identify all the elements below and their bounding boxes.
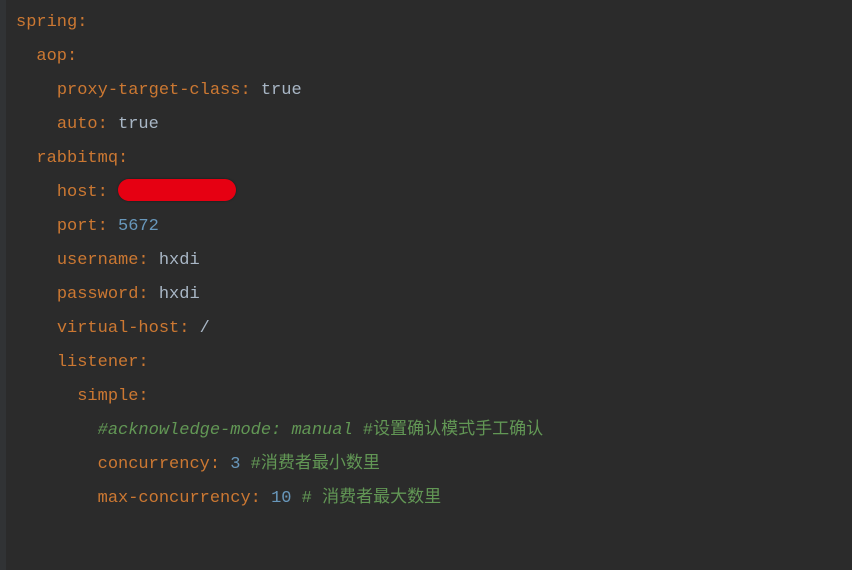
- code-line: password: hxdi: [16, 278, 852, 312]
- gutter: [0, 0, 6, 570]
- yaml-key-virtual-host: virtual-host:: [57, 319, 190, 338]
- yaml-value: /: [200, 319, 210, 338]
- yaml-value: hxdi: [159, 251, 200, 270]
- yaml-value-number: 5672: [118, 217, 159, 236]
- yaml-key-max-concurrency: max-concurrency:: [98, 489, 261, 508]
- code-line: concurrency: 3 #消费者最小数里: [16, 448, 852, 482]
- yaml-key-listener: listener:: [57, 353, 149, 372]
- yaml-comment: #设置确认模式手工确认: [353, 421, 543, 440]
- code-line: simple:: [16, 380, 852, 414]
- yaml-key-concurrency: concurrency:: [98, 455, 220, 474]
- redaction-mark: [118, 179, 236, 201]
- code-line: username: hxdi: [16, 244, 852, 278]
- yaml-value: hxdi: [159, 285, 200, 304]
- yaml-value: true: [118, 115, 159, 134]
- code-line: proxy-target-class: true: [16, 74, 852, 108]
- yaml-key-host: host:: [57, 183, 108, 202]
- yaml-key-proxy-target-class: proxy-target-class:: [57, 81, 251, 100]
- code-line: listener:: [16, 346, 852, 380]
- yaml-key-username: username:: [57, 251, 149, 270]
- code-line: host:: [16, 176, 852, 210]
- code-line: port: 5672: [16, 210, 852, 244]
- code-line: aop:: [16, 40, 852, 74]
- yaml-key-aop: aop:: [36, 47, 77, 66]
- code-line: max-concurrency: 10 # 消费者最大数里: [16, 482, 852, 516]
- yaml-key-rabbitmq: rabbitmq:: [36, 149, 128, 168]
- yaml-comment: #消费者最小数里: [240, 455, 379, 474]
- yaml-key-auto: auto:: [57, 115, 108, 134]
- yaml-key-password: password:: [57, 285, 149, 304]
- yaml-value-number: 3: [230, 455, 240, 474]
- code-line: spring:: [16, 6, 852, 40]
- yaml-key-spring: spring:: [16, 13, 87, 32]
- yaml-key-port: port:: [57, 217, 108, 236]
- yaml-key-simple: simple:: [77, 387, 148, 406]
- yaml-comment: #acknowledge-mode: manual: [98, 421, 353, 440]
- yaml-comment: # 消费者最大数里: [291, 489, 441, 508]
- code-line: auto: true: [16, 108, 852, 142]
- code-line: #acknowledge-mode: manual #设置确认模式手工确认: [16, 414, 852, 448]
- yaml-value-number: 10: [271, 489, 291, 508]
- code-line: virtual-host: /: [16, 312, 852, 346]
- code-line: rabbitmq:: [16, 142, 852, 176]
- yaml-value: true: [261, 81, 302, 100]
